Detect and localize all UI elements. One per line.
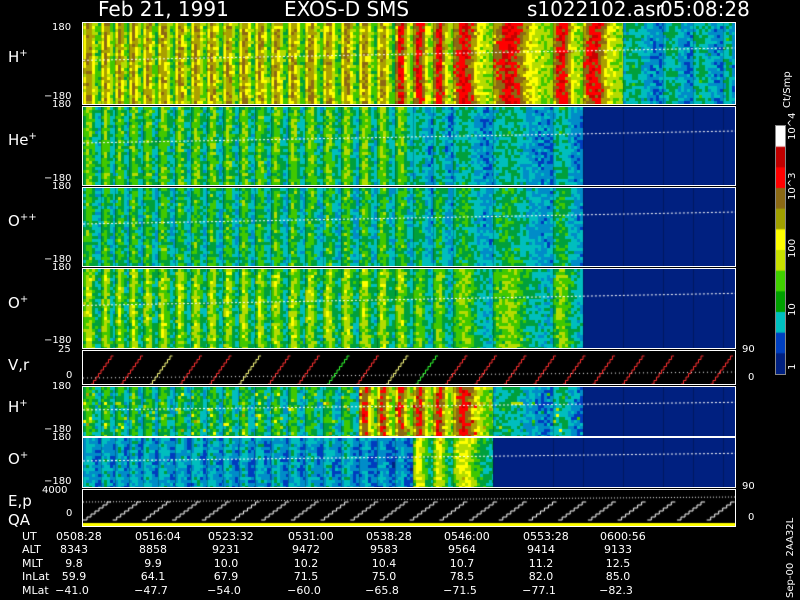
table-cell-alt: 8343 bbox=[60, 543, 88, 557]
plot-instrument: EXOS-D SMS bbox=[284, 0, 410, 21]
spectrogram-o-plusplus bbox=[82, 187, 736, 267]
table-cell-alt: 8858 bbox=[139, 543, 167, 557]
table-cell-mlat: −60.0 bbox=[287, 583, 321, 597]
row-label-mlat: MLat bbox=[22, 583, 49, 597]
table-cell-alt: 9231 bbox=[212, 543, 240, 557]
table-cell-mlat: −41.0 bbox=[55, 583, 89, 597]
table-cell-ut: 0508:28 bbox=[56, 530, 102, 543]
side-label: Sep-00 2AA32L bbox=[785, 517, 796, 598]
ytick-right-top: 90 bbox=[742, 344, 755, 355]
spectrogram-o-plus-2 bbox=[82, 437, 736, 488]
ytick-top: 4000 bbox=[42, 485, 68, 496]
ytick-top: 180 bbox=[52, 181, 72, 192]
table-cell-ut: 0553:28 bbox=[523, 530, 569, 543]
colorbar-tick-100: 100 bbox=[787, 238, 798, 258]
colorbar-tick-1: 1 bbox=[787, 363, 798, 370]
table-cell-mlt: 10.0 bbox=[213, 556, 239, 570]
table-cell-ut: 0600:56 bbox=[600, 530, 646, 543]
table-cell-inlat: 85.0 bbox=[605, 570, 631, 584]
ytick-bottom: 0 bbox=[66, 508, 73, 519]
colorbar-unit: Ct/Smp bbox=[782, 71, 793, 108]
panel-label-o-plus: O+ bbox=[8, 294, 29, 312]
row-label-mlt: MLT bbox=[22, 556, 43, 570]
table-cell-alt: 9133 bbox=[604, 543, 632, 557]
energy-panel bbox=[82, 489, 736, 527]
ytick-top: 180 bbox=[52, 22, 72, 33]
table-cell-mlt: 9.9 bbox=[144, 556, 162, 570]
plot-date: Feb 21, 1991 bbox=[98, 0, 229, 21]
row-label-ut: UT bbox=[22, 530, 37, 543]
table-cell-ut: 0538:28 bbox=[366, 530, 412, 543]
table-cell-mlat: −82.3 bbox=[599, 583, 633, 597]
table-cell-mlat: −54.0 bbox=[207, 583, 241, 597]
table-cell-alt: 9583 bbox=[370, 543, 398, 557]
ytick-top: 180 bbox=[52, 381, 72, 392]
table-cell-inlat: 59.9 bbox=[61, 570, 87, 584]
ytick-top: 180 bbox=[52, 262, 72, 273]
colorbar-tick-10: 10 bbox=[787, 303, 798, 316]
table-cell-inlat: 75.0 bbox=[371, 570, 397, 584]
panel-label-h-plus-2: H+ bbox=[8, 398, 28, 416]
plot-file: s1022102.asr bbox=[527, 0, 664, 21]
spectrogram-o-plus bbox=[82, 268, 736, 349]
row-label-inlat: InLat bbox=[22, 570, 50, 584]
colorbar-tick-1e4: 10^4 bbox=[787, 112, 798, 140]
table-cell-mlt: 10.7 bbox=[449, 556, 475, 570]
table-cell-ut: 0516:04 bbox=[135, 530, 181, 543]
spectrogram-h-plus bbox=[82, 22, 736, 105]
table-cell-inlat: 64.1 bbox=[140, 570, 166, 584]
table-cell-mlt: 12.5 bbox=[605, 556, 631, 570]
ytick-top: 180 bbox=[52, 432, 72, 443]
table-cell-alt: 9564 bbox=[448, 543, 476, 557]
table-cell-mlat: −71.5 bbox=[443, 583, 477, 597]
table-cell-alt: 9472 bbox=[292, 543, 320, 557]
table-cell-mlt: 9.8 bbox=[65, 556, 83, 570]
panel-label-ep: E,p bbox=[8, 492, 32, 510]
colorbar bbox=[775, 125, 786, 375]
velocity-panel bbox=[82, 350, 736, 385]
table-cell-ut: 0523:32 bbox=[208, 530, 254, 543]
table-cell-inlat: 78.5 bbox=[449, 570, 475, 584]
ytick-right-top: 90 bbox=[742, 481, 755, 492]
table-cell-inlat: 82.0 bbox=[528, 570, 554, 584]
ytick-top: 25 bbox=[58, 344, 71, 355]
table-cell-mlt: 11.2 bbox=[528, 556, 554, 570]
table-cell-mlt: 10.2 bbox=[293, 556, 319, 570]
panel-label-qa: QA bbox=[8, 511, 31, 529]
plot-time: 05:08:28 bbox=[660, 0, 750, 21]
panel-label-vr: V,r bbox=[8, 356, 30, 374]
panel-label-o-plusplus: O++ bbox=[8, 212, 37, 230]
spectrogram-he-plus bbox=[82, 106, 736, 186]
table-cell-inlat: 71.5 bbox=[293, 570, 319, 584]
table-cell-mlat: −77.1 bbox=[522, 583, 556, 597]
panel-label-h-plus: H+ bbox=[8, 48, 28, 66]
ytick-top: 180 bbox=[52, 99, 72, 110]
spectrogram-h-plus-2 bbox=[82, 386, 736, 437]
ytick-bottom: 0 bbox=[66, 370, 73, 381]
ytick-right-bottom: 0 bbox=[748, 512, 755, 523]
row-label-alt: ALT bbox=[22, 543, 41, 557]
table-cell-inlat: 67.9 bbox=[213, 570, 239, 584]
table-cell-mlt: 10.4 bbox=[371, 556, 397, 570]
table-cell-ut: 0546:00 bbox=[444, 530, 490, 543]
panel-label-o-plus-2: O+ bbox=[8, 450, 29, 468]
table-cell-mlat: −47.7 bbox=[134, 583, 168, 597]
table-cell-alt: 9414 bbox=[527, 543, 555, 557]
table-cell-ut: 0531:00 bbox=[288, 530, 334, 543]
ytick-right-bottom: 0 bbox=[748, 372, 755, 383]
panel-label-he-plus: He+ bbox=[8, 131, 37, 149]
colorbar-tick-1e3: 10^3 bbox=[787, 172, 798, 200]
table-cell-mlat: −65.8 bbox=[365, 583, 399, 597]
